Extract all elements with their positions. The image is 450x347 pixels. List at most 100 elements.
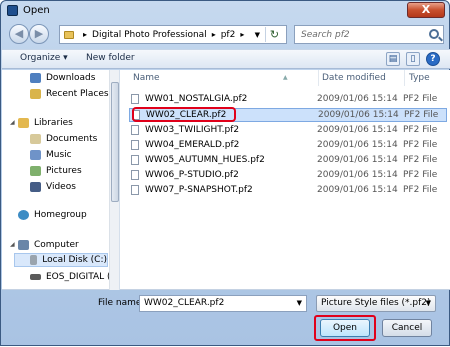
file-type: PF2 File	[403, 140, 438, 150]
file-icon	[131, 125, 139, 135]
camera-app-icon	[7, 5, 18, 16]
navigation-pane: Downloads Recent Places ◢ Libraries Docu…	[2, 70, 120, 290]
address-bar[interactable]: ▸ Digital Photo Professional ▸ pf2 ▸ ▼ ↻	[59, 25, 287, 44]
downloads-icon	[30, 73, 41, 83]
help-icon[interactable]: ?	[426, 52, 440, 66]
file-name: WW06_P-STUDIO.pf2	[145, 170, 239, 180]
documents-icon	[30, 134, 41, 144]
hard-drive-icon	[30, 255, 38, 265]
file-type-select[interactable]: Picture Style files (*.pf2) ▼	[316, 295, 436, 312]
sort-arrow-icon: ▲	[283, 74, 288, 81]
file-row[interactable]: WW03_TWILIGHT.pf2 2009/01/06 15:14 PF2 F…	[131, 123, 449, 137]
sidebar-item-label: Local Disk (C:)	[42, 255, 107, 265]
sidebar-item-videos[interactable]: Videos	[30, 180, 76, 194]
sidebar-item-label: Videos	[46, 182, 76, 192]
new-folder-button[interactable]: New folder	[86, 53, 135, 63]
file-name: WW07_P-SNAPSHOT.pf2	[145, 185, 253, 195]
file-type: PF2 File	[403, 125, 438, 135]
sidebar-item-local-disk[interactable]: Local Disk (C:)	[14, 253, 108, 267]
sidebar-item-computer[interactable]: Computer	[18, 238, 79, 252]
forward-button[interactable]: ▶	[29, 24, 49, 44]
file-type: PF2 File	[403, 155, 438, 165]
sidebar-item-label: Pictures	[46, 166, 82, 176]
scrollbar-thumb[interactable]	[111, 82, 119, 202]
column-header-name[interactable]: Name ▲	[133, 70, 319, 86]
file-date: 2009/01/06 15:14	[317, 185, 398, 195]
file-type: PF2 File	[404, 110, 439, 120]
search-icon[interactable]	[429, 29, 439, 39]
file-icon	[131, 155, 139, 165]
main-pane: Downloads Recent Places ◢ Libraries Docu…	[2, 70, 450, 290]
folder-icon	[64, 30, 74, 39]
change-view-icon[interactable]: ▤	[386, 52, 400, 66]
file-row[interactable]: WW01_NOSTALGIA.pf2 2009/01/06 15:14 PF2 …	[131, 92, 449, 106]
preview-pane-icon[interactable]: ▯	[406, 52, 420, 66]
sidebar-item-music[interactable]: Music	[30, 148, 72, 162]
file-name-value: WW02_CLEAR.pf2	[144, 298, 225, 308]
highlight-box-selected-file	[132, 107, 236, 122]
file-icon	[131, 185, 139, 195]
recent-places-icon	[30, 89, 41, 99]
sidebar-item-libraries[interactable]: Libraries	[18, 116, 73, 130]
search-placeholder: Search pf2	[301, 29, 350, 40]
file-date: 2009/01/06 15:14	[317, 94, 398, 104]
sidebar-item-eos-digital[interactable]: EOS_DIGITAL (G:)	[30, 270, 119, 284]
file-row[interactable]: WW07_P-SNAPSHOT.pf2 2009/01/06 15:14 PF2…	[131, 183, 449, 197]
sidebar-item-downloads[interactable]: Downloads	[30, 71, 95, 85]
file-date: 2009/01/06 15:14	[317, 155, 398, 165]
breadcrumb-item[interactable]: Digital Photo Professional	[92, 30, 207, 40]
chevron-right-icon: ▸	[83, 30, 88, 39]
open-dialog: Open X ◀ ▶ ▸ Digital Photo Professional …	[0, 0, 450, 346]
file-row[interactable]: WW05_AUTUMN_HUES.pf2 2009/01/06 15:14 PF…	[131, 153, 449, 167]
file-name-field[interactable]: WW02_CLEAR.pf2 ▼	[139, 295, 307, 312]
dialog-footer: File name: WW02_CLEAR.pf2 ▼ Picture Styl…	[2, 291, 450, 347]
expand-arrow-icon[interactable]: ◢	[10, 119, 15, 126]
close-button[interactable]: X	[407, 2, 445, 18]
expand-arrow-icon[interactable]: ◢	[10, 241, 15, 248]
file-row[interactable]: WW06_P-STUDIO.pf2 2009/01/06 15:14 PF2 F…	[131, 168, 449, 182]
file-type: PF2 File	[403, 94, 438, 104]
sidebar-item-label: Downloads	[46, 73, 96, 83]
back-button[interactable]: ◀	[9, 24, 29, 44]
chevron-down-icon: ▼	[425, 299, 431, 307]
column-header-date[interactable]: Date modified	[321, 70, 405, 86]
file-row[interactable]: WW04_EMERALD.pf2 2009/01/06 15:14 PF2 Fi…	[131, 138, 449, 152]
file-icon	[131, 94, 139, 104]
chevron-right-icon: ▸	[240, 30, 245, 39]
file-date: 2009/01/06 15:14	[318, 110, 399, 120]
homegroup-icon	[18, 210, 29, 220]
sidebar-item-recent-places[interactable]: Recent Places	[30, 87, 109, 101]
search-input[interactable]: Search pf2	[294, 25, 444, 44]
file-icon	[131, 140, 139, 150]
chevron-down-icon[interactable]: ▼	[255, 31, 260, 39]
file-date: 2009/01/06 15:14	[317, 170, 398, 180]
sidebar-item-label: Documents	[46, 134, 98, 144]
file-type: PF2 File	[403, 185, 438, 195]
file-date: 2009/01/06 15:14	[317, 140, 398, 150]
dialog-title: Open	[23, 5, 50, 16]
navigation-row: ◀ ▶ ▸ Digital Photo Professional ▸ pf2 ▸…	[1, 23, 450, 47]
refresh-icon[interactable]: ↻	[265, 27, 283, 42]
pictures-icon	[30, 166, 41, 176]
sidebar-item-label: Recent Places	[46, 89, 109, 99]
sidebar-item-documents[interactable]: Documents	[30, 132, 97, 146]
sidebar-item-label: Computer	[34, 240, 79, 250]
chevron-right-icon: ▸	[211, 30, 216, 39]
cancel-button[interactable]: Cancel	[382, 319, 432, 337]
file-name: WW05_AUTUMN_HUES.pf2	[145, 155, 265, 165]
sidebar-item-label: Music	[46, 150, 72, 160]
sidebar-item-pictures[interactable]: Pictures	[30, 164, 82, 178]
removable-drive-icon	[30, 274, 41, 280]
sidebar-item-label: Homegroup	[34, 210, 87, 220]
organize-button[interactable]: Organize ▾	[20, 53, 68, 63]
file-name-label: File name:	[98, 298, 145, 308]
file-type: PF2 File	[403, 170, 438, 180]
breadcrumb-item[interactable]: pf2	[221, 30, 236, 40]
column-header-type[interactable]: Type	[407, 70, 447, 86]
column-label: Name	[133, 73, 160, 83]
sidebar-item-homegroup[interactable]: Homegroup	[18, 208, 87, 222]
file-name: WW03_TWILIGHT.pf2	[145, 125, 240, 135]
chevron-down-icon[interactable]: ▼	[297, 296, 302, 311]
sidebar-scrollbar[interactable]	[109, 70, 119, 290]
view-controls: ▤ ▯ ?	[386, 52, 440, 66]
